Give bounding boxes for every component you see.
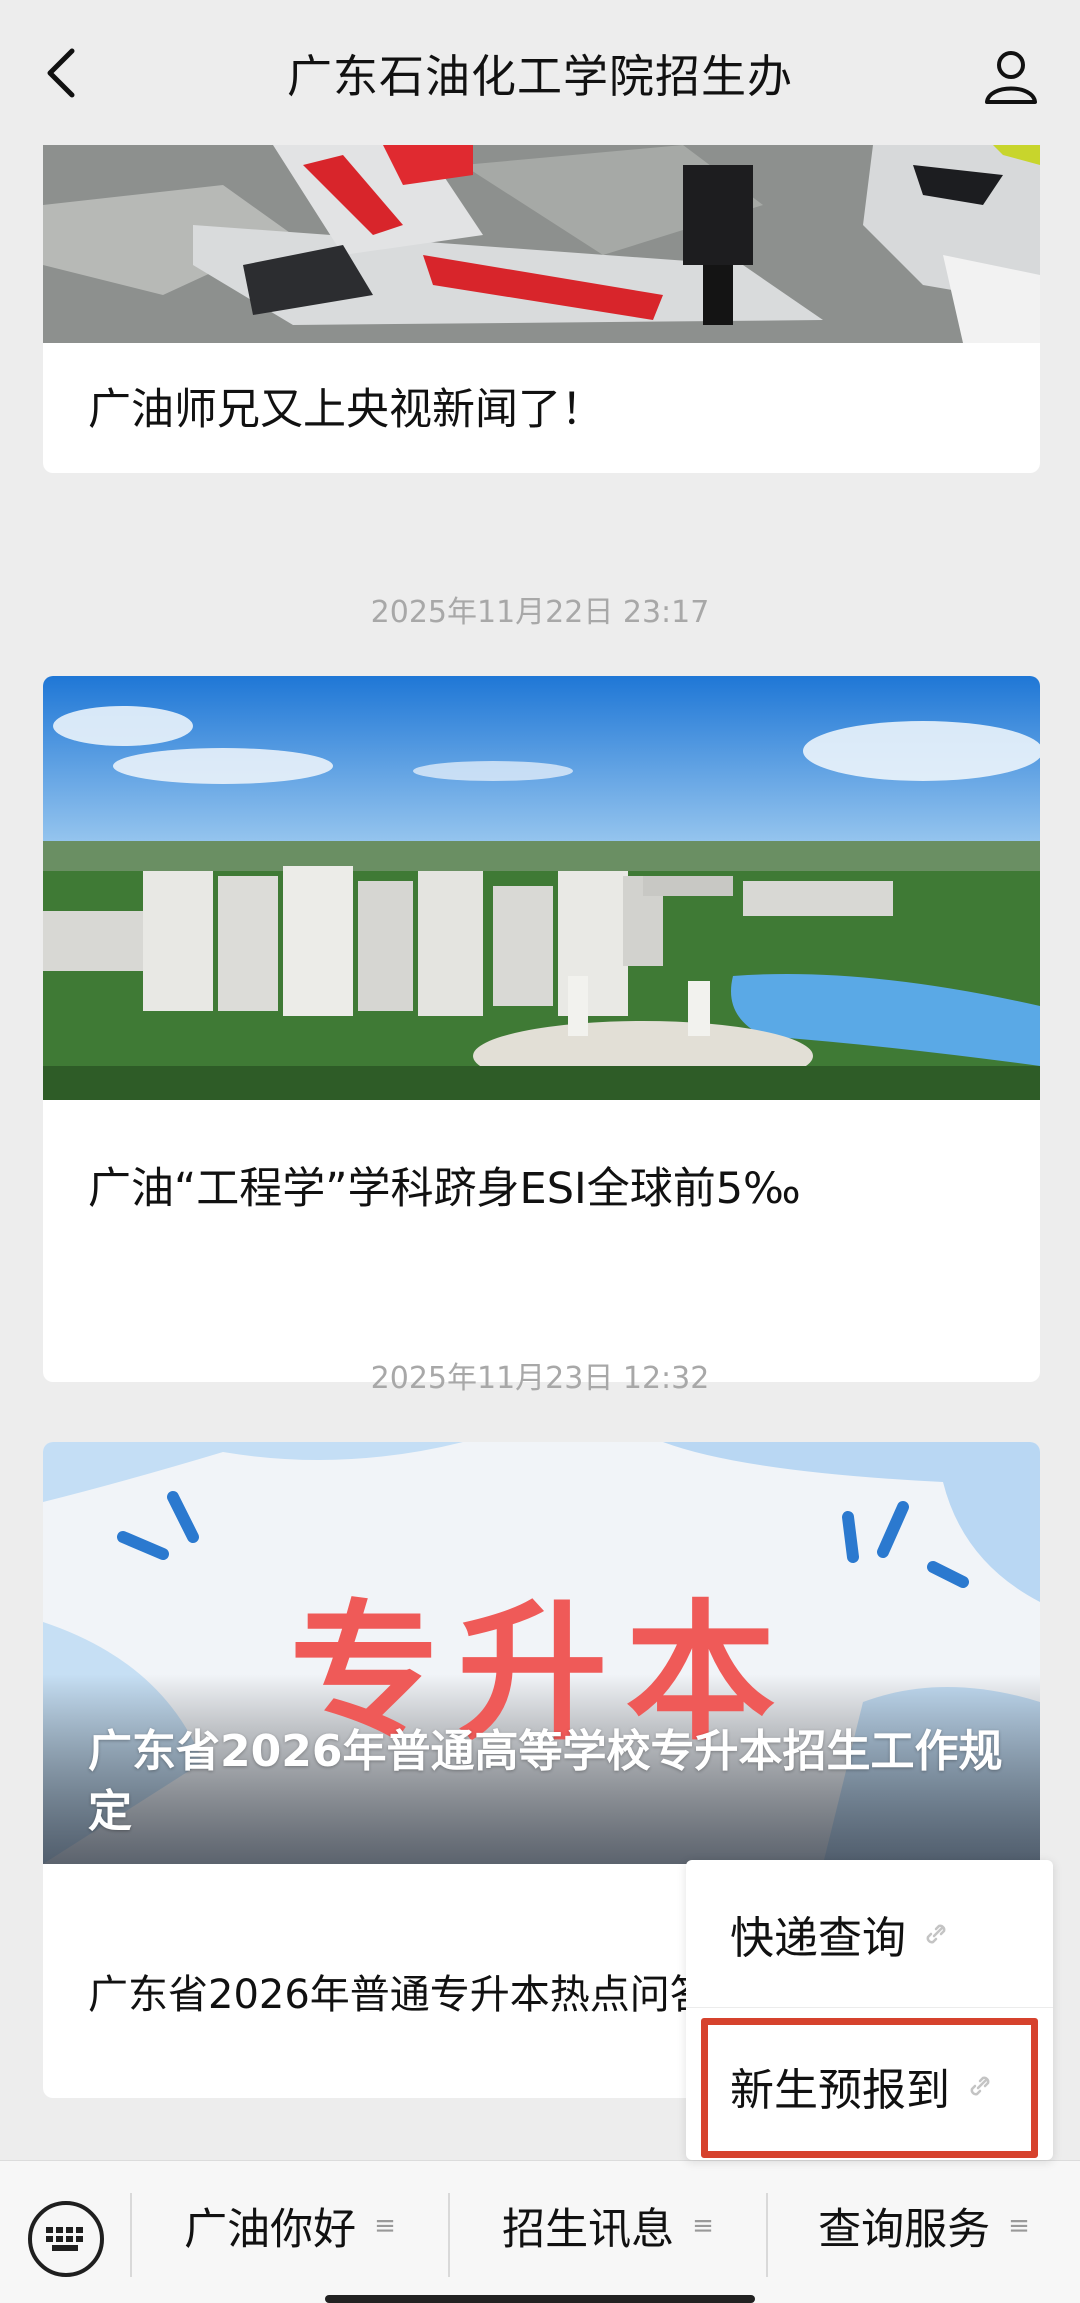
- tab-guangyou-hello[interactable]: 广油你好 ≡: [132, 2161, 448, 2291]
- article-cover-image: [43, 676, 1040, 1100]
- tab-admissions-news[interactable]: 招生讯息 ≡: [450, 2161, 766, 2291]
- article-subtitle: 广东省2026年普通专升本热点问答: [88, 1972, 710, 2018]
- tab-label: 查询服务: [818, 2205, 991, 2255]
- menu-item-express-query[interactable]: 快递查询: [686, 1860, 1053, 2008]
- chevron-left-icon[interactable]: [38, 45, 88, 101]
- article-cover-image: 专升本 广东省2026年普通高等学校专升本招生工作规定: [43, 1442, 1040, 1864]
- article-cover-image: [43, 145, 1040, 343]
- menu-lines-icon: ≡: [374, 2211, 396, 2241]
- top-nav-bar: 广东石油化工学院招生办: [0, 0, 1080, 145]
- menu-item-label: 快递查询: [730, 1912, 906, 1964]
- menu-lines-icon: ≡: [692, 2211, 714, 2241]
- page-title: 广东石油化工学院招生办: [286, 50, 793, 103]
- message-timestamp: 2025年11月23日 12:32: [370, 1361, 710, 1396]
- person-icon[interactable]: [982, 48, 1040, 106]
- tab-query-services[interactable]: 查询服务 ≡: [768, 2161, 1080, 2291]
- article-card[interactable]: 广油师兄又上央视新闻了！: [43, 145, 1040, 473]
- article-title: 广东省2026年普通高等学校专升本招生工作规定: [88, 1726, 1003, 1837]
- tab-label: 广油你好: [184, 2205, 357, 2255]
- highlight-annotation-box: [701, 2018, 1038, 2158]
- menu-lines-icon: ≡: [1008, 2211, 1030, 2241]
- link-icon: [926, 1924, 946, 1943]
- keyboard-icon[interactable]: [28, 2201, 104, 2277]
- tab-label: 招生讯息: [502, 2205, 675, 2255]
- bottom-menu-bar: 广油你好 ≡ 招生讯息 ≡ 查询服务 ≡: [0, 2160, 1080, 2303]
- article-title: 广油师兄又上央视新闻了！: [88, 385, 604, 435]
- article-title: 广油“工程学”学科跻身ESI全球前5‰: [88, 1164, 801, 1214]
- home-indicator: [325, 2295, 755, 2303]
- article-card[interactable]: 广油“工程学”学科跻身ESI全球前5‰: [43, 676, 1040, 1382]
- message-timestamp: 2025年11月22日 23:17: [370, 595, 710, 630]
